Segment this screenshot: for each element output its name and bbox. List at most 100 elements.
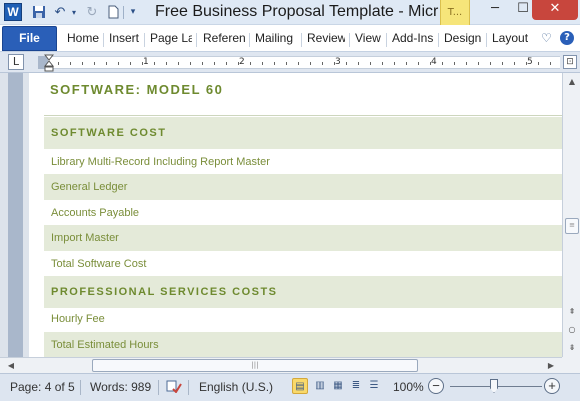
ruler-tick xyxy=(418,62,419,65)
table-row[interactable]: Accounts Payable xyxy=(44,200,562,226)
word-app-icon[interactable]: W xyxy=(4,3,22,21)
redo-icon[interactable]: ↻ xyxy=(84,4,100,20)
ruler-tick xyxy=(310,62,311,65)
view-ruler-icon[interactable]: ⊡ xyxy=(563,55,577,69)
tab-add-ins[interactable]: Add-Ins xyxy=(392,31,434,49)
word-count[interactable]: Words: 989 xyxy=(90,380,151,394)
tab-design[interactable]: Design xyxy=(444,31,482,49)
ribbon-tab-bar: File Home Insert Page Layout Referen Mai… xyxy=(0,25,580,52)
ruler-number: 1 xyxy=(143,57,149,67)
tab-layout[interactable]: Layout xyxy=(492,31,528,49)
table-row[interactable]: General Ledger xyxy=(44,174,562,200)
minimize-button[interactable]: ─ xyxy=(480,0,510,20)
tab-separator xyxy=(249,33,250,47)
ruler-tick xyxy=(466,62,467,65)
ruler-tick xyxy=(58,62,59,65)
outline-view-icon[interactable]: ≣ xyxy=(348,378,364,394)
tab-insert[interactable]: Insert xyxy=(109,31,141,49)
document-area[interactable]: SOFTWARE: MODEL 60 SOFTWARE COST Library… xyxy=(0,73,562,357)
horizontal-scroll-thumb[interactable]: ||| xyxy=(92,359,418,372)
tab-separator xyxy=(103,33,104,47)
ruler-tick xyxy=(238,62,239,65)
language-indicator[interactable]: English (U.S.) xyxy=(199,380,273,394)
table-row[interactable]: Total Software Cost xyxy=(44,251,562,277)
window-title: Free Business Proposal Template - Micr xyxy=(155,3,439,20)
tab-separator xyxy=(301,33,302,47)
table-top-border xyxy=(44,115,562,116)
ruler-tick xyxy=(370,62,371,65)
ruler-tick xyxy=(82,62,83,65)
undo-dropdown-icon[interactable]: ▾ xyxy=(69,4,79,20)
proofing-icon[interactable] xyxy=(166,379,182,394)
document-page[interactable]: SOFTWARE: MODEL 60 SOFTWARE COST Library… xyxy=(29,73,562,357)
page-count[interactable]: Page: 4 of 5 xyxy=(10,380,75,394)
vertical-scrollbar[interactable]: ▲ ≡ ⇞ ○ ⇟ xyxy=(562,73,580,357)
table-row[interactable]: Library Multi-Record Including Report Ma… xyxy=(44,149,562,175)
zoom-in-button[interactable]: + xyxy=(544,378,560,394)
print-layout-view-icon[interactable]: ▤ xyxy=(292,378,308,394)
table-row-section[interactable]: SOFTWARE COST xyxy=(44,117,562,149)
zoom-out-button[interactable]: − xyxy=(428,378,444,394)
ruler-tick xyxy=(334,62,335,65)
minimize-ribbon-icon[interactable]: ♡ xyxy=(541,31,552,45)
zoom-slider-thumb[interactable] xyxy=(490,379,498,393)
status-separator xyxy=(158,380,159,395)
table-row[interactable]: Total Estimated Hours xyxy=(44,332,562,357)
table-tools-context-tab[interactable]: T... xyxy=(440,0,470,25)
save-icon[interactable] xyxy=(30,4,48,20)
next-page-icon[interactable]: ⇟ xyxy=(565,341,579,354)
select-browse-object-icon[interactable]: ○ xyxy=(565,323,579,336)
previous-page-icon[interactable]: ⇞ xyxy=(565,305,579,318)
customize-qat-icon[interactable]: ▾ xyxy=(127,4,139,20)
tab-selector[interactable]: L xyxy=(8,54,24,70)
ruler-tick xyxy=(538,62,539,65)
vertical-scroll-thumb[interactable]: ≡ xyxy=(565,218,579,234)
scroll-up-icon[interactable]: ▲ xyxy=(565,75,579,88)
ruler-tick xyxy=(226,62,227,65)
horizontal-scrollbar[interactable]: ◀ ||| ▶ xyxy=(0,357,562,373)
ruler-tick xyxy=(214,62,215,65)
status-bar: Page: 4 of 5 Words: 989 English (U.S.) ▤… xyxy=(0,373,580,401)
indent-marker-icon[interactable] xyxy=(43,54,55,72)
help-icon[interactable]: ? xyxy=(560,31,574,45)
tab-home[interactable]: Home xyxy=(67,31,99,49)
full-screen-reading-view-icon[interactable]: ▥ xyxy=(312,378,328,394)
tab-file[interactable]: File xyxy=(2,26,57,51)
ruler-tick xyxy=(142,62,143,65)
new-document-icon[interactable] xyxy=(106,4,120,20)
title-bar: W ↶ ▾ ↻ ▾ Free Business Proposal Templat… xyxy=(0,0,580,25)
horizontal-ruler[interactable] xyxy=(38,56,560,69)
ruler-number: 2 xyxy=(239,57,245,67)
section-heading: SOFTWARE: MODEL 60 xyxy=(50,82,224,97)
ruler-tick xyxy=(382,62,383,65)
ruler-tick xyxy=(526,62,527,65)
ruler-tick xyxy=(346,62,347,65)
zoom-level[interactable]: 100% xyxy=(393,380,424,394)
status-separator xyxy=(188,380,189,395)
qat-separator xyxy=(123,6,124,19)
scrollbar-corner xyxy=(562,357,580,373)
table-row-section[interactable]: PROFESSIONAL SERVICES COSTS xyxy=(44,276,562,308)
tab-mailings[interactable]: Mailing xyxy=(255,31,297,49)
web-layout-view-icon[interactable]: ▦ xyxy=(330,378,346,394)
tab-references[interactable]: Referen xyxy=(203,31,245,49)
draft-view-icon[interactable]: ☰ xyxy=(366,378,382,394)
table-row[interactable]: Import Master xyxy=(44,225,562,251)
tab-page-layout[interactable]: Page Layout xyxy=(150,31,192,49)
ruler-number: 5 xyxy=(527,57,533,67)
tab-view[interactable]: View xyxy=(355,31,383,49)
ruler-tick xyxy=(202,62,203,65)
close-button[interactable]: ✕ xyxy=(532,0,578,20)
ruler-tick xyxy=(70,62,71,65)
horizontal-ruler-row: L 1 2 3 4 5 ⊡ xyxy=(0,52,580,73)
ruler-tick xyxy=(550,62,551,65)
ruler-number: 4 xyxy=(431,57,437,67)
ruler-tick xyxy=(118,62,119,65)
scroll-left-icon[interactable]: ◀ xyxy=(4,359,18,373)
table-row[interactable]: Hourly Fee xyxy=(44,306,562,332)
undo-icon[interactable]: ↶ xyxy=(52,4,68,20)
scroll-right-icon[interactable]: ▶ xyxy=(544,359,558,373)
tab-separator xyxy=(386,33,387,47)
tab-review[interactable]: Review xyxy=(307,31,345,49)
tab-separator xyxy=(196,33,197,47)
